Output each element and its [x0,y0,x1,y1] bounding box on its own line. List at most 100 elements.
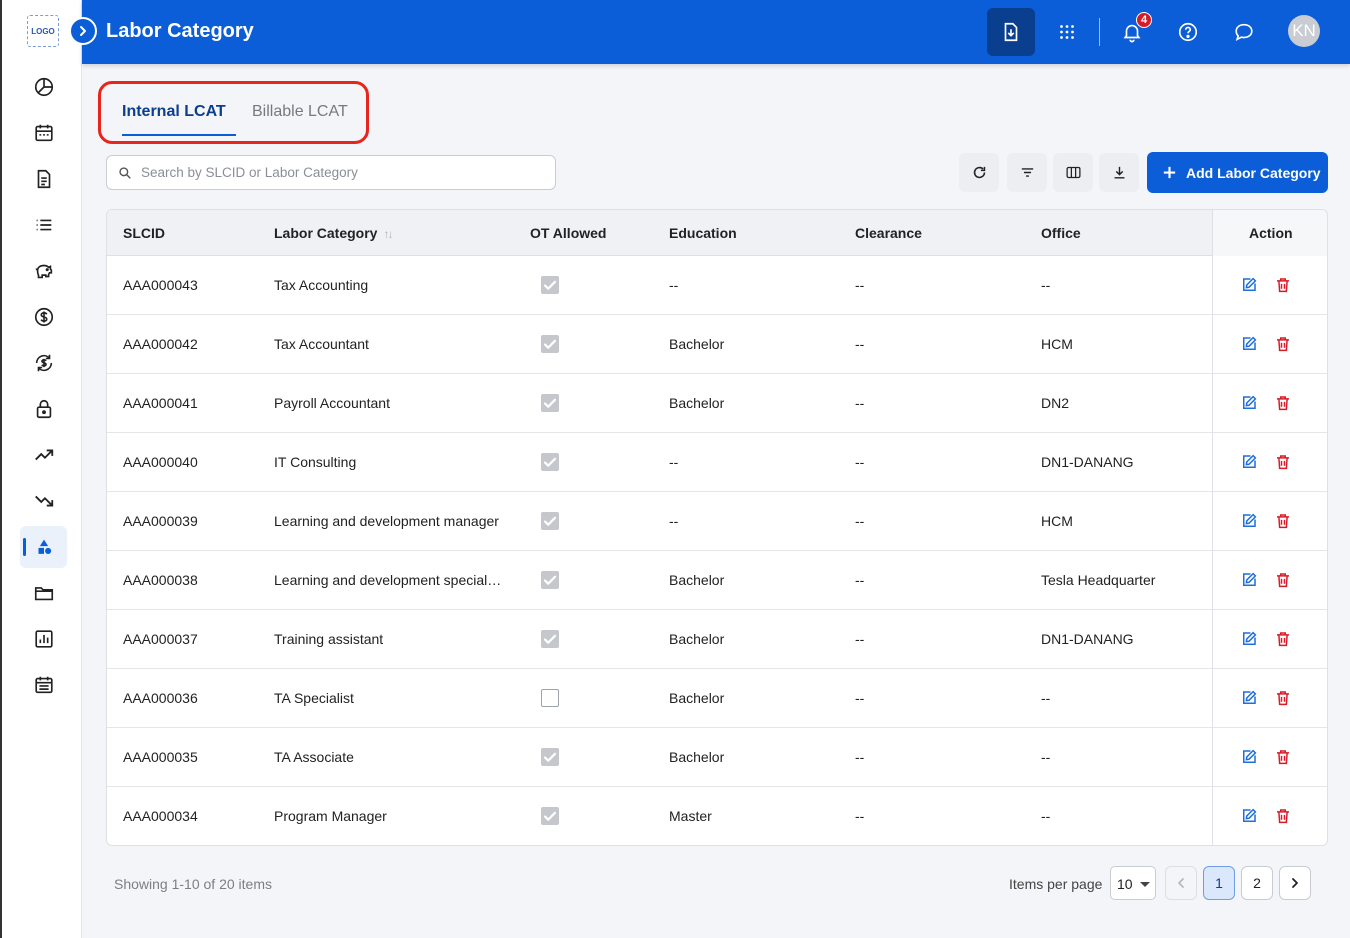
apps-button[interactable] [1043,8,1091,56]
edit-button[interactable] [1239,747,1259,767]
cell-labor-category: Payroll Accountant [274,395,390,411]
add-labor-category-button[interactable]: Add Labor Category [1147,152,1328,193]
avatar[interactable]: KN [1288,15,1320,47]
edit-button[interactable] [1239,393,1259,413]
ot-allowed-checkbox[interactable] [541,807,559,825]
edit-icon [1243,395,1257,409]
edit-button[interactable] [1239,511,1259,531]
delete-button[interactable] [1273,688,1293,708]
column-header-slcid[interactable]: SLCID [123,225,165,241]
delete-button[interactable] [1273,393,1293,413]
sidebar-item-labor-category[interactable] [20,526,67,568]
cell-clearance: -- [855,631,865,647]
dollar-icon [34,307,53,327]
sidebar-item-trending-up[interactable] [20,434,67,476]
delete-button[interactable] [1273,452,1293,472]
sidebar-item-security[interactable] [20,388,67,430]
cell-office: -- [1041,277,1051,293]
ot-allowed-checkbox[interactable] [541,512,559,530]
sidebar-item-schedule[interactable] [20,664,67,706]
sidebar-item-documents[interactable] [20,158,67,200]
row-actions [1212,728,1327,786]
sidebar-item-budget[interactable] [20,250,67,292]
items-per-page-value: 10 [1117,876,1133,892]
cell-slcid: AAA000036 [123,690,198,706]
page-button-1[interactable]: 1 [1203,866,1235,900]
edit-button[interactable] [1239,570,1259,590]
ot-allowed-checkbox[interactable] [541,394,559,412]
ot-allowed-checkbox[interactable] [541,689,559,707]
trash-icon [1277,632,1289,647]
notifications-button[interactable]: 4 [1108,8,1156,56]
delete-button[interactable] [1273,511,1293,531]
sidebar-item-trending-down[interactable] [20,480,67,522]
prev-page-button[interactable] [1165,866,1197,900]
cell-office: -- [1041,808,1051,824]
column-header-ot-allowed[interactable]: OT Allowed [530,225,606,241]
checkmark-icon [543,752,557,762]
items-per-page-label: Items per page [1009,876,1103,892]
table-row: AAA000035 TA Associate Bachelor -- -- [107,728,1327,787]
sidebar-item-calendar[interactable] [20,112,67,154]
delete-button[interactable] [1273,629,1293,649]
refresh-button[interactable] [959,153,999,192]
caret-down-icon [1140,882,1150,887]
apps-grid-icon [1060,25,1074,39]
next-page-button[interactable] [1279,866,1311,900]
ot-allowed-checkbox[interactable] [541,276,559,294]
chat-button[interactable] [1220,8,1268,56]
ot-allowed-checkbox[interactable] [541,571,559,589]
table-row: AAA000039 Learning and development manage… [107,492,1327,551]
delete-button[interactable] [1273,570,1293,590]
delete-button[interactable] [1273,806,1293,826]
columns-button[interactable] [1053,153,1093,192]
download-file-button[interactable] [987,8,1035,56]
page-button-2[interactable]: 2 [1241,866,1273,900]
cell-education: Bachelor [669,749,725,765]
list-icon [36,219,51,231]
sidebar-expand-button[interactable] [69,17,97,45]
export-button[interactable] [1099,153,1139,192]
cell-education: Bachelor [669,631,725,647]
edit-button[interactable] [1239,688,1259,708]
column-header-labor-category[interactable]: Labor Category ↑↓ [274,225,393,241]
column-header-clearance[interactable]: Clearance [855,225,922,241]
sidebar-item-reports[interactable] [20,618,67,660]
edit-icon [1243,749,1257,763]
sidebar-item-folders[interactable] [20,572,67,614]
search-input[interactable] [141,157,541,188]
column-header-office[interactable]: Office [1041,225,1081,241]
tab-billable-lcat[interactable]: Billable LCAT [252,103,348,136]
ot-allowed-checkbox[interactable] [541,453,559,471]
sort-icon[interactable]: ↑↓ [383,227,393,241]
help-button[interactable] [1164,8,1212,56]
edit-button[interactable] [1239,806,1259,826]
plus-icon [1163,166,1176,179]
sidebar-item-dashboard[interactable] [20,66,67,108]
column-header-education[interactable]: Education [669,225,737,241]
search-box [106,155,556,190]
cell-education: -- [669,454,679,470]
trash-icon [1277,337,1289,352]
ot-allowed-checkbox[interactable] [541,630,559,648]
chat-bubble-icon [1235,23,1253,41]
tab-internal-lcat[interactable]: Internal LCAT [122,103,236,136]
cell-labor-category: Tax Accounting [274,277,369,293]
items-per-page-select[interactable]: 10 [1110,866,1156,900]
edit-button[interactable] [1239,629,1259,649]
sidebar-item-billing[interactable] [20,296,67,338]
edit-button[interactable] [1239,452,1259,472]
edit-button[interactable] [1239,275,1259,295]
edit-button[interactable] [1239,334,1259,354]
trash-icon [1277,809,1289,824]
delete-button[interactable] [1273,334,1293,354]
ot-allowed-checkbox[interactable] [541,748,559,766]
delete-button[interactable] [1273,747,1293,767]
delete-button[interactable] [1273,275,1293,295]
sidebar-item-list[interactable] [20,204,67,246]
table-header: SLCID Labor Category ↑↓ OT Allowed Educat… [107,210,1327,256]
sidebar-item-exchange[interactable] [20,342,67,384]
row-actions [1212,787,1327,845]
filter-button[interactable] [1007,153,1047,192]
ot-allowed-checkbox[interactable] [541,335,559,353]
